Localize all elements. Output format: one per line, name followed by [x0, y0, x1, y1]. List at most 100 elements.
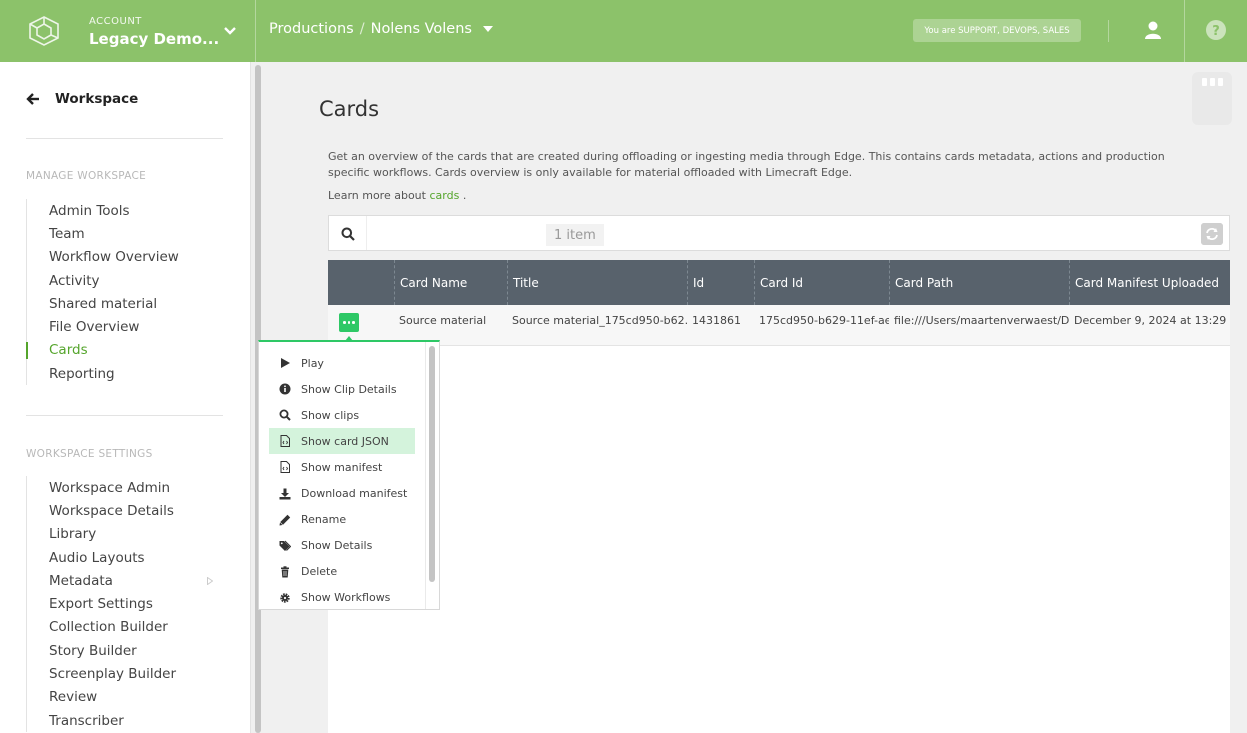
- menu-item-play[interactable]: Play: [269, 350, 415, 376]
- help-icon[interactable]: ?: [1205, 19, 1227, 41]
- tags-icon: [279, 540, 291, 551]
- menu-item-show-clips[interactable]: Show clips: [269, 402, 415, 428]
- back-to-workspace[interactable]: Workspace: [26, 91, 138, 107]
- row-actions-button[interactable]: [339, 313, 359, 332]
- chevron-down-icon[interactable]: [222, 24, 238, 38]
- code-file-icon: [280, 461, 290, 474]
- menu-item-label: Show clips: [301, 408, 360, 422]
- topbar-divider: [255, 0, 256, 62]
- workspace-settings-list: Workspace Admin Workspace Details Librar…: [26, 476, 223, 733]
- menu-item-label: Show Clip Details: [301, 382, 397, 396]
- column-header-id[interactable]: Id: [687, 260, 754, 305]
- dots-icon: [1202, 78, 1223, 86]
- sidebar-item-workflow-overview[interactable]: Workflow Overview: [27, 246, 223, 269]
- sidebar-item-activity[interactable]: Activity: [27, 269, 223, 292]
- sidebar-item-screenplay-builder[interactable]: Screenplay Builder: [27, 662, 223, 685]
- cell-card-id: 175cd950-b629-11ef-ae...: [759, 314, 889, 327]
- account-label: ACCOUNT: [89, 16, 142, 27]
- svg-text:?: ?: [1212, 24, 1220, 39]
- cell-id: 1431861: [692, 314, 741, 327]
- menu-item-download-manifest[interactable]: Download manifest: [269, 480, 415, 506]
- account-name[interactable]: Legacy Demo...: [89, 30, 219, 48]
- search-input[interactable]: [369, 218, 569, 248]
- cell-manifest-uploaded: December 9, 2024 at 13:29: [1074, 314, 1227, 327]
- sidebar-divider: [26, 415, 223, 416]
- manage-section-title: MANAGE WORKSPACE: [26, 170, 147, 182]
- page-description: Get an overview of the cards that are cr…: [328, 150, 1165, 179]
- item-count-badge: 1 item: [546, 224, 604, 246]
- table-row[interactable]: Source material Source material_175cd950…: [328, 305, 1230, 346]
- learn-more-text: Learn more about cards .: [328, 189, 466, 202]
- pencil-icon: [279, 514, 291, 526]
- breadcrumb-production-name[interactable]: Nolens Volens: [371, 21, 472, 37]
- sidebar-divider: [26, 138, 223, 139]
- sidebar-item-reporting[interactable]: Reporting: [27, 362, 223, 385]
- sidebar-item-admin-tools[interactable]: Admin Tools: [27, 199, 223, 222]
- arrow-left-icon: [26, 93, 39, 105]
- sidebar-item-library[interactable]: Library: [27, 523, 223, 546]
- sidebar-item-metadata[interactable]: Metadata: [27, 569, 223, 592]
- sidebar-item-shared-material[interactable]: Shared material: [27, 292, 223, 315]
- search-separator: [366, 216, 367, 250]
- sidebar-item-team[interactable]: Team: [27, 222, 223, 245]
- page-title: Cards: [319, 97, 380, 121]
- floating-action-button[interactable]: [1192, 72, 1232, 125]
- table-header: Card Name Title Id Card Id Card Path Car…: [328, 260, 1230, 305]
- sidebar-item-review[interactable]: Review: [27, 686, 223, 709]
- sidebar-item-workspace-admin[interactable]: Workspace Admin: [27, 476, 223, 499]
- column-header-title[interactable]: Title: [507, 260, 687, 305]
- sidebar-item-export-settings[interactable]: Export Settings: [27, 592, 223, 615]
- menu-item-label: Download manifest: [301, 487, 408, 501]
- menu-item-show-details[interactable]: Show Details: [269, 533, 415, 559]
- learn-more-suffix: .: [462, 189, 467, 202]
- menu-item-label: Show Details: [301, 539, 373, 553]
- menu-item-show-clip-details[interactable]: Show Clip Details: [269, 376, 415, 402]
- search-bar: 1 item: [328, 215, 1230, 251]
- breadcrumb-productions[interactable]: Productions: [269, 21, 354, 37]
- role-badge: You are SUPPORT, DEVOPS, SALES: [913, 19, 1081, 42]
- gear-icon: [280, 593, 290, 603]
- search-icon[interactable]: [341, 227, 355, 241]
- menu-scrollbar-track[interactable]: [425, 342, 426, 609]
- topbar-divider: [1184, 0, 1185, 62]
- menu-item-show-card-json[interactable]: Show card JSON: [269, 428, 415, 455]
- user-icon[interactable]: [1143, 20, 1163, 40]
- limecraft-logo-icon[interactable]: [26, 15, 62, 47]
- sidebar-item-story-builder[interactable]: Story Builder: [27, 639, 223, 662]
- menu-item-rename[interactable]: Rename: [269, 507, 415, 533]
- sidebar: Workspace MANAGE WORKSPACE Admin Tools T…: [0, 62, 251, 733]
- column-header-card-path[interactable]: Card Path: [889, 260, 1069, 305]
- topbar-divider: [1108, 20, 1109, 42]
- menu-list: Play Show Clip Details Show clips Show c…: [259, 350, 425, 609]
- sidebar-item-cards[interactable]: Cards: [26, 339, 223, 362]
- row-actions-menu: Play Show Clip Details Show clips Show c…: [258, 340, 440, 610]
- cell-title: Source material_175cd950-b62...: [512, 314, 687, 327]
- content-panel: [328, 346, 1230, 733]
- menu-scrollbar-thumb[interactable]: [429, 346, 435, 582]
- code-file-icon: [280, 435, 290, 448]
- column-header-actions: [328, 260, 394, 305]
- download-icon: [279, 488, 291, 500]
- cell-card-name: Source material: [399, 314, 487, 327]
- breadcrumb-separator: /: [359, 21, 365, 37]
- refresh-icon[interactable]: [1201, 223, 1223, 245]
- sidebar-item-transcriber[interactable]: Transcriber: [27, 709, 223, 732]
- menu-item-label: Show manifest: [301, 460, 383, 474]
- menu-item-show-manifest[interactable]: Show manifest: [269, 454, 415, 480]
- menu-item-show-workflows[interactable]: Show Workflows: [269, 585, 415, 609]
- menu-item-label: Delete: [301, 565, 338, 579]
- play-icon: [281, 358, 290, 369]
- sidebar-item-audio-layouts[interactable]: Audio Layouts: [27, 546, 223, 569]
- column-header-card-id[interactable]: Card Id: [754, 260, 889, 305]
- caret-down-icon[interactable]: [482, 24, 494, 34]
- sidebar-item-collection-builder[interactable]: Collection Builder: [27, 616, 223, 639]
- search-icon: [279, 409, 291, 421]
- column-header-card-name[interactable]: Card Name: [394, 260, 507, 305]
- column-header-manifest-uploaded[interactable]: Card Manifest Uploaded: [1069, 260, 1227, 305]
- sidebar-item-file-overview[interactable]: File Overview: [27, 315, 223, 338]
- cards-help-link[interactable]: cards: [429, 189, 459, 202]
- menu-item-label: Show Workflows: [301, 591, 391, 605]
- menu-item-label: Rename: [301, 513, 347, 527]
- sidebar-item-workspace-details[interactable]: Workspace Details: [27, 499, 223, 522]
- menu-item-delete[interactable]: Delete: [269, 559, 415, 585]
